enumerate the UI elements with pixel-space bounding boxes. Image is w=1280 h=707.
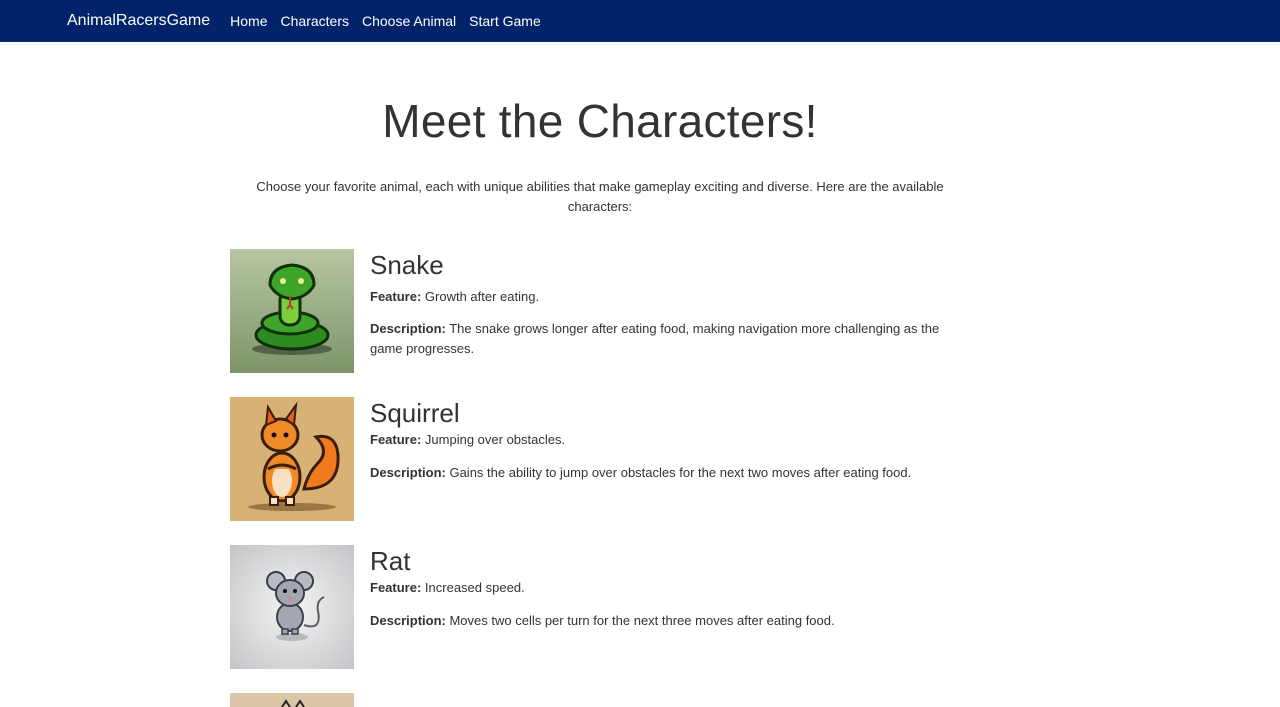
- brand-link[interactable]: AnimalRacersGame: [67, 12, 210, 30]
- snake-image: [230, 249, 354, 373]
- squirrel-description: Description: Gains the ability to jump o…: [370, 463, 960, 483]
- character-card-squirrel: Squirrel Feature: Jumping over obstacles…: [230, 397, 960, 521]
- navbar: AnimalRacersGame Home Characters Choose …: [0, 0, 1280, 42]
- squirrel-feature-text: Jumping over obstacles.: [424, 432, 566, 447]
- snake-name: Snake: [370, 250, 444, 280]
- squirrel-description-text: Gains the ability to jump over obstacles…: [449, 465, 912, 480]
- rat-description: Description: Moves two cells per turn fo…: [370, 611, 960, 631]
- nav-link-characters[interactable]: Characters: [281, 13, 349, 29]
- next-character-image: [230, 693, 354, 707]
- rat-image: [230, 545, 354, 669]
- feature-label: Feature:: [370, 289, 422, 304]
- rat-description-text: Moves two cells per turn for the next th…: [449, 613, 835, 628]
- description-label: Description:: [370, 321, 446, 336]
- snake-description-text: The snake grows longer after eating food…: [370, 321, 940, 356]
- character-card-next: [230, 693, 960, 707]
- snake-feature-text: Growth after eating.: [424, 289, 540, 304]
- page-title: Meet the Characters!: [382, 95, 818, 147]
- squirrel-image: [230, 397, 354, 521]
- feature-label: Feature:: [370, 432, 422, 447]
- feature-label: Feature:: [370, 580, 422, 595]
- character-card-snake: Snake Feature: Growth after eating. Desc…: [230, 249, 960, 373]
- nav-link-home[interactable]: Home: [230, 13, 267, 29]
- character-card-rat: Rat Feature: Increased speed. Descriptio…: [230, 545, 960, 669]
- snake-description: Description: The snake grows longer afte…: [370, 319, 960, 359]
- nav-link-start-game[interactable]: Start Game: [469, 13, 541, 29]
- squirrel-name: Squirrel: [370, 398, 460, 428]
- description-label: Description:: [370, 465, 446, 480]
- rat-name: Rat: [370, 546, 411, 576]
- nav-link-choose-animal[interactable]: Choose Animal: [362, 13, 456, 29]
- intro-text: Choose your favorite animal, each with u…: [256, 179, 944, 214]
- rat-feature: Feature: Increased speed.: [370, 578, 960, 598]
- snake-feature: Feature: Growth after eating.: [370, 287, 960, 307]
- squirrel-feature: Feature: Jumping over obstacles.: [370, 430, 960, 450]
- description-label: Description:: [370, 613, 446, 628]
- rat-feature-text: Increased speed.: [424, 580, 525, 595]
